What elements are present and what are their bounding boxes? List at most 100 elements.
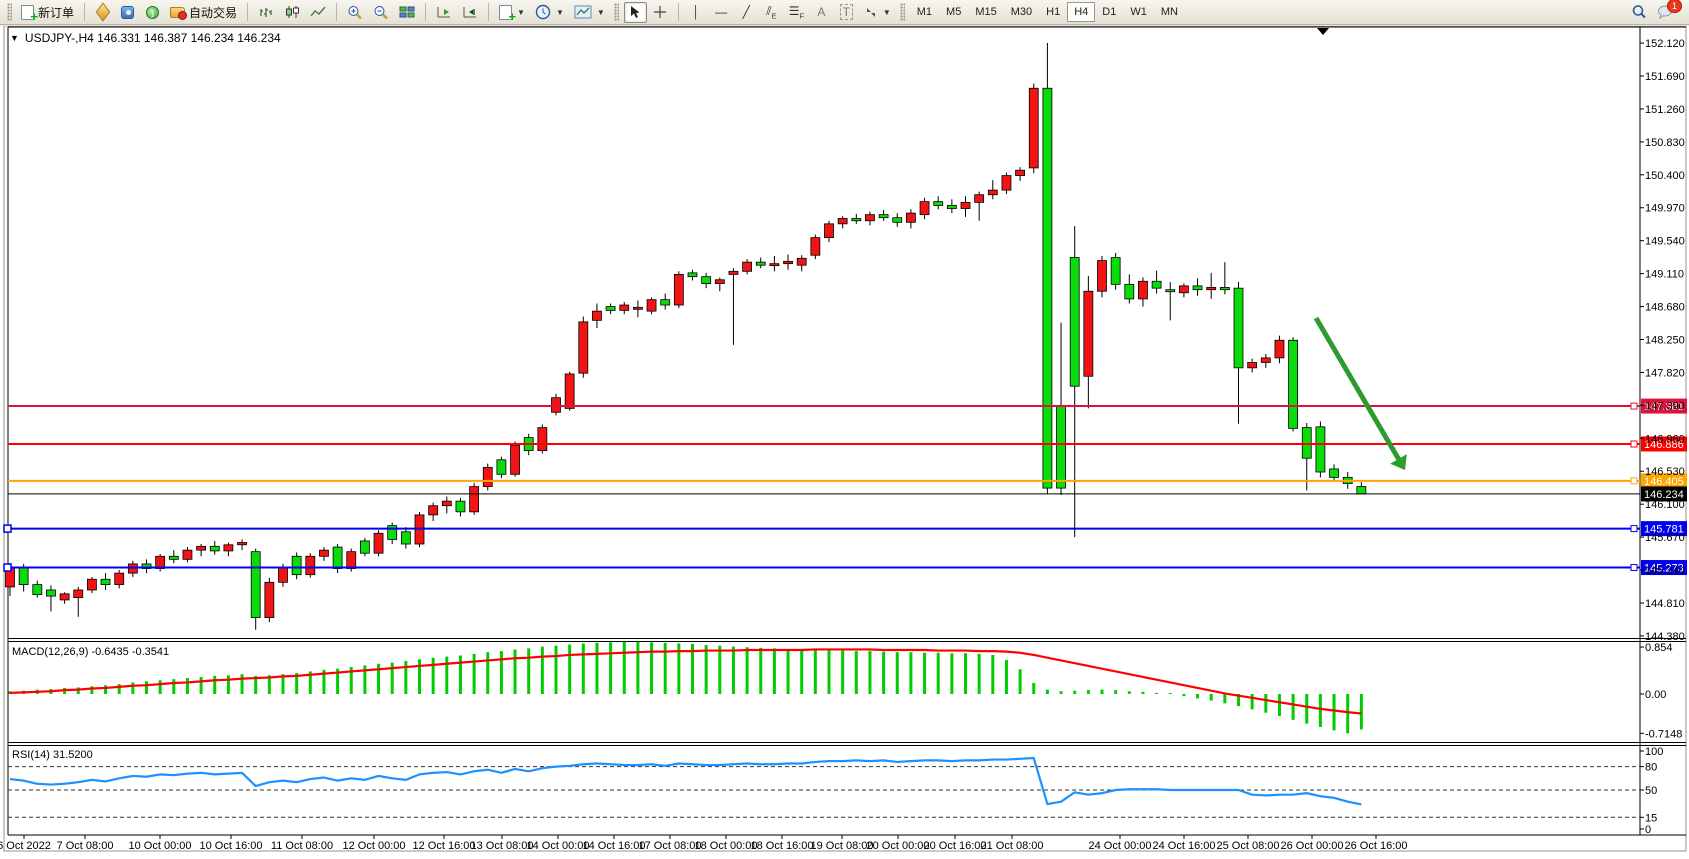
- candle[interactable]: [729, 271, 738, 274]
- candle[interactable]: [770, 264, 779, 266]
- candle[interactable]: [87, 579, 96, 590]
- candle[interactable]: [306, 556, 315, 574]
- candle[interactable]: [1179, 286, 1188, 293]
- candle[interactable]: [1152, 281, 1161, 288]
- signals-button[interactable]: ): [141, 2, 164, 23]
- candle[interactable]: [360, 541, 369, 553]
- toolbar-grip[interactable]: [900, 3, 905, 21]
- timeframe-h1-button[interactable]: H1: [1039, 2, 1067, 22]
- new-chart-button[interactable]: ▼: [495, 2, 529, 23]
- metaeditor-button[interactable]: [116, 2, 139, 23]
- candle[interactable]: [1302, 428, 1311, 459]
- candle[interactable]: [279, 567, 288, 582]
- candle[interactable]: [1330, 469, 1339, 477]
- candle[interactable]: [552, 398, 561, 413]
- candle[interactable]: [401, 532, 410, 544]
- candle[interactable]: [1029, 88, 1038, 168]
- text-tool-button[interactable]: A: [810, 2, 833, 23]
- search-button[interactable]: [1627, 2, 1651, 23]
- candle[interactable]: [101, 579, 110, 584]
- candle[interactable]: [1125, 284, 1134, 299]
- candle[interactable]: [1193, 286, 1202, 290]
- candle[interactable]: [715, 280, 724, 284]
- timeframe-d1-button[interactable]: D1: [1095, 2, 1123, 22]
- candle[interactable]: [893, 218, 902, 223]
- candle[interactable]: [333, 547, 342, 568]
- candle[interactable]: [565, 374, 574, 408]
- channel-tool-button[interactable]: ⫽E: [760, 2, 783, 23]
- candle[interactable]: [1357, 486, 1366, 493]
- line-handle[interactable]: [1631, 403, 1637, 409]
- candle[interactable]: [1248, 362, 1257, 367]
- period-button[interactable]: ▼: [531, 2, 568, 23]
- candle[interactable]: [33, 585, 42, 595]
- candle[interactable]: [1234, 288, 1243, 368]
- candle[interactable]: [169, 556, 178, 559]
- candle[interactable]: [1166, 290, 1175, 292]
- line-handle[interactable]: [4, 564, 11, 571]
- line-handle[interactable]: [1631, 526, 1637, 532]
- tile-windows-button[interactable]: [395, 2, 419, 23]
- candle[interactable]: [852, 218, 861, 220]
- auto-scroll-button[interactable]: [432, 2, 456, 23]
- candle[interactable]: [825, 224, 834, 238]
- candle[interactable]: [197, 546, 206, 550]
- vertical-line-tool-button[interactable]: │: [685, 2, 708, 23]
- timeframe-m30-button[interactable]: M30: [1004, 2, 1039, 22]
- candle[interactable]: [1261, 358, 1270, 363]
- candle[interactable]: [511, 445, 520, 474]
- zoom-in-button[interactable]: [343, 2, 367, 23]
- candle[interactable]: [374, 533, 383, 553]
- candle[interactable]: [920, 202, 929, 215]
- candle[interactable]: [688, 273, 697, 277]
- autotrade-button[interactable]: 自动交易: [166, 2, 241, 23]
- timeframe-h4-button[interactable]: H4: [1067, 2, 1095, 22]
- candle[interactable]: [483, 467, 492, 486]
- candle[interactable]: [879, 215, 888, 218]
- candle[interactable]: [1002, 176, 1011, 191]
- candle[interactable]: [183, 550, 192, 559]
- candle[interactable]: [702, 277, 711, 284]
- candle[interactable]: [429, 506, 438, 515]
- candle[interactable]: [19, 567, 28, 585]
- candle[interactable]: [661, 300, 670, 305]
- candle[interactable]: [947, 205, 956, 208]
- candle[interactable]: [224, 545, 233, 551]
- candle[interactable]: [592, 311, 601, 320]
- cursor-tool-button[interactable]: [624, 2, 647, 23]
- candle[interactable]: [674, 274, 683, 305]
- timeframe-m5-button[interactable]: M5: [939, 2, 968, 22]
- candle[interactable]: [347, 552, 356, 569]
- candle[interactable]: [797, 258, 806, 265]
- crosshair-tool-button[interactable]: [649, 2, 672, 23]
- candle[interactable]: [620, 305, 629, 310]
- candle[interactable]: [456, 501, 465, 512]
- horizontal-line-tool-button[interactable]: —: [710, 2, 733, 23]
- candle[interactable]: [497, 460, 506, 475]
- candle[interactable]: [1070, 258, 1079, 387]
- candle[interactable]: [1043, 88, 1052, 488]
- candle[interactable]: [292, 556, 301, 574]
- candle[interactable]: [210, 546, 219, 551]
- candle[interactable]: [470, 487, 479, 512]
- new-order-button[interactable]: 新订单: [17, 2, 78, 23]
- timeframe-mn-button[interactable]: MN: [1154, 2, 1185, 22]
- timeframe-m1-button[interactable]: M1: [910, 2, 939, 22]
- toolbar-grip[interactable]: [614, 3, 619, 21]
- candle-chart-mode-button[interactable]: [280, 2, 304, 23]
- candle[interactable]: [647, 300, 656, 311]
- candle[interactable]: [238, 542, 247, 544]
- zoom-out-button[interactable]: [369, 2, 393, 23]
- candle[interactable]: [865, 215, 874, 221]
- candle[interactable]: [811, 238, 820, 256]
- candle[interactable]: [988, 190, 997, 195]
- candle[interactable]: [633, 307, 642, 309]
- candle[interactable]: [1289, 340, 1298, 428]
- candle[interactable]: [1111, 258, 1120, 285]
- candle[interactable]: [251, 552, 260, 618]
- notifications-button[interactable]: 1: [1653, 2, 1677, 23]
- candle[interactable]: [1316, 427, 1325, 472]
- trendline-tool-button[interactable]: ╱: [735, 2, 758, 23]
- text-label-tool-button[interactable]: T: [835, 2, 858, 23]
- candle[interactable]: [74, 590, 83, 598]
